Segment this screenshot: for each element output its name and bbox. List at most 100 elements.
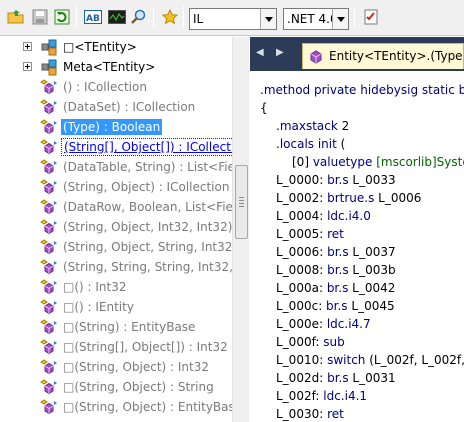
expand-icon[interactable]: [23, 42, 32, 51]
tree-item[interactable]: Meta<TEntity>: [0, 57, 232, 77]
open-folder-icon[interactable]: [5, 6, 27, 28]
tree-item-label: □(String, Object) : String: [63, 380, 214, 394]
generic-class-icon: [40, 38, 58, 56]
code-token: ldc.i4.1: [323, 389, 368, 403]
code-token: 2: [337, 119, 350, 133]
chevron-down-icon[interactable]: [332, 9, 348, 29]
code-token: L_000c:: [276, 299, 327, 313]
code-token: br.s: [327, 173, 349, 187]
code-token: L_0004:: [276, 209, 328, 223]
save-icon[interactable]: [29, 6, 51, 28]
code-token: L_0042: [348, 281, 396, 295]
code-token: sub: [323, 335, 345, 349]
method-icon: [40, 238, 58, 256]
tree-item[interactable]: (String[], Object[]) : ICollection: [0, 137, 232, 157]
framework-select-value: .NET 4.0: [287, 12, 338, 26]
tree-item[interactable]: (String, Object, Int32, Int32): [0, 217, 232, 237]
expand-icon[interactable]: [23, 62, 32, 71]
bookmark-star-icon[interactable]: [159, 6, 181, 28]
tree-item[interactable]: (String, Object) : ICollection: [0, 177, 232, 197]
method-icon: [40, 398, 58, 416]
code-token: switch: [327, 353, 366, 367]
method-icon: [40, 338, 58, 356]
code-token: L_003b: [348, 263, 396, 277]
tree-item[interactable]: (DataSet) : ICollection: [0, 97, 232, 117]
code-token: L_0002:: [276, 191, 328, 205]
search-icon[interactable]: [128, 6, 150, 28]
tree-item[interactable]: □() : Int32: [0, 277, 232, 297]
tree-item[interactable]: (String, Object, String, Int32,: [0, 237, 232, 257]
code-line: L_0008: br.s L_003b: [276, 261, 396, 279]
tree-item[interactable]: □(String[], Object[]) : Int32: [0, 337, 232, 357]
method-icon: [40, 378, 58, 396]
refresh-icon[interactable]: [51, 6, 73, 28]
code-token: L_0045: [347, 299, 395, 313]
code-token: L_0006:: [276, 245, 328, 259]
scrollbar-grip: [239, 206, 244, 207]
code-line: L_0030: ret: [276, 405, 344, 422]
method-icon: [40, 318, 58, 336]
tree-item[interactable]: (Type) : Boolean: [0, 117, 232, 137]
tree-item-label: (DataTable, String) : List<Fie: [63, 160, 232, 174]
code-token: L_0010:: [276, 353, 328, 367]
generic-class-icon: [40, 58, 58, 76]
tree-item-label: □(String[], Object[]) : Int32: [63, 340, 228, 354]
code-token: {: [260, 101, 268, 115]
code-line: L_0010: switch (L_002f, L_002f, L: [276, 351, 464, 369]
code-line: .locals init (: [276, 135, 345, 153]
tree-item[interactable]: □(String, Object) : EntityBase: [0, 397, 232, 417]
code-token: L_002f:: [276, 389, 324, 403]
tree-item[interactable]: () : ICollection: [0, 77, 232, 97]
tree-item[interactable]: □(String, Object) : String: [0, 377, 232, 397]
code-token: (: [336, 137, 346, 151]
assembly-browser-icon[interactable]: AB: [82, 6, 104, 28]
tree-item[interactable]: (String, String, String, Int32,: [0, 257, 232, 277]
tab-method-disassembly[interactable]: Entity<TEntity>.(Type): [302, 43, 464, 69]
code-token: valuetype: [312, 155, 373, 169]
code-line: L_0006: br.s L_0037: [276, 243, 396, 261]
code-token: L_000a:: [276, 281, 327, 295]
tab-scroll-right-icon[interactable]: ▶: [276, 47, 284, 58]
code-line: L_000a: br.s L_0042: [276, 279, 395, 297]
assembly-tree[interactable]: □<TEntity> Meta<TEntity> () : ICollection (…: [0, 37, 232, 422]
tree-item[interactable]: (DataRow, Boolean, List<Fie: [0, 197, 232, 217]
tree-item[interactable]: □<TEntity>: [0, 37, 232, 57]
code-line: L_000e: ldc.i4.7: [276, 315, 371, 333]
tab-scroll-left-icon[interactable]: ◀: [256, 47, 264, 58]
language-select[interactable]: IL: [189, 8, 277, 30]
scrollbar-thumb[interactable]: [235, 165, 248, 239]
il-code-view[interactable]: .method private hidebysig static b {.maxs…: [250, 71, 464, 422]
code-token: ldc.i4.7: [326, 317, 371, 331]
code-line: L_0000: br.s L_0033: [276, 171, 396, 189]
tree-item[interactable]: □() : IEntity: [0, 297, 232, 317]
tree-item-label: Meta<TEntity>: [63, 60, 156, 74]
tree-item-label: (String[], Object[]) : ICollection: [61, 138, 232, 156]
svg-text:AB: AB: [86, 14, 100, 24]
tree-item-label: (String, Object, String, Int32,: [63, 240, 232, 254]
toolbar-separator: [76, 6, 77, 28]
code-token: br.s: [327, 263, 349, 277]
tree-item[interactable]: □(String) : EntityBase: [0, 317, 232, 337]
code-line: .method private hidebysig static b: [260, 81, 464, 99]
code-line: L_002d: br.s L_0031: [276, 369, 396, 387]
chevron-down-icon[interactable]: [260, 9, 276, 29]
method-icon: [40, 158, 58, 176]
code-token: L_002d:: [276, 371, 328, 385]
tree-vertical-scrollbar[interactable]: [232, 37, 249, 422]
tree-item-label: (String, String, String, Int32,: [63, 260, 232, 274]
framework-select[interactable]: .NET 4.0: [283, 8, 349, 30]
analyzer-icon[interactable]: [106, 6, 128, 28]
code-token: L_0033: [348, 173, 396, 187]
tree-item[interactable]: (DataTable, String) : List<Fie: [0, 157, 232, 177]
code-token: ret: [327, 227, 344, 241]
tree-item-label: □(String) : EntityBase: [63, 320, 196, 334]
tree-item-label: (Type) : Boolean: [61, 119, 163, 135]
code-token: ret: [327, 407, 344, 421]
options-checklist-icon[interactable]: [360, 6, 382, 28]
tree-item[interactable]: □(String, Object) : Int32: [0, 357, 232, 377]
code-line: L_0002: brtrue.s L_0006: [276, 189, 421, 207]
code-token: ldc.i4.0: [327, 209, 371, 223]
tree-item-label: □<TEntity>: [63, 40, 137, 54]
method-icon: [40, 78, 58, 96]
method-icon: [40, 278, 58, 296]
